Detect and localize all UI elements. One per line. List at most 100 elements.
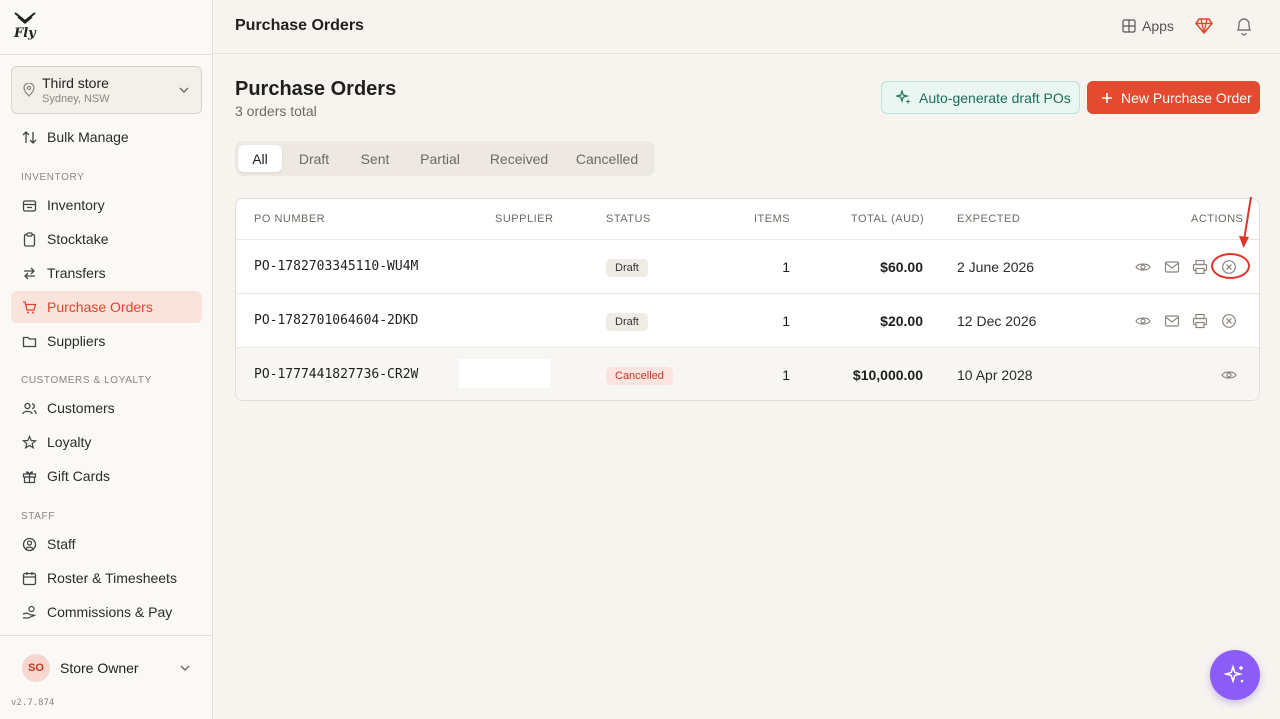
sidebar-item-purchase-orders[interactable]: Purchase Orders bbox=[11, 291, 202, 323]
expected-date: 10 Apr 2028 bbox=[957, 367, 1033, 383]
chevron-down-icon[interactable] bbox=[180, 664, 190, 672]
sidebar-item-commissions[interactable]: Commissions & Pay bbox=[11, 596, 202, 628]
sidebar-item-label: Bulk Manage bbox=[47, 129, 129, 145]
status-badge: Draft bbox=[606, 259, 648, 277]
sidebar-item-label: Purchase Orders bbox=[47, 299, 153, 315]
sparkles-icon bbox=[896, 90, 911, 104]
tab-draft[interactable]: Draft bbox=[288, 145, 340, 172]
order-total: $20.00 bbox=[880, 313, 923, 329]
purchase-orders-table: PO NUMBER SUPPLIER STATUS ITEMS TOTAL (A… bbox=[235, 198, 1260, 401]
sidebar-item-bulk-manage[interactable]: Bulk Manage bbox=[11, 121, 202, 153]
column-header-status: STATUS bbox=[606, 213, 651, 225]
sidebar-item-label: Transfers bbox=[47, 265, 106, 281]
column-header-po-number: PO NUMBER bbox=[254, 213, 326, 225]
box-icon bbox=[22, 199, 37, 212]
plus-icon bbox=[1102, 92, 1112, 103]
expected-date: 2 June 2026 bbox=[957, 259, 1035, 275]
star-icon bbox=[22, 434, 37, 449]
print-icon[interactable] bbox=[1192, 259, 1208, 275]
avatar[interactable]: SO bbox=[22, 654, 50, 682]
top-bar: Purchase Orders Apps bbox=[214, 0, 1280, 54]
order-total: $10,000.00 bbox=[852, 367, 923, 383]
header-title: Purchase Orders bbox=[235, 17, 364, 34]
app-version: v2.7.874 bbox=[11, 698, 55, 708]
section-title-inventory: INVENTORY bbox=[21, 172, 85, 183]
cancel-icon[interactable] bbox=[1221, 313, 1237, 329]
view-icon[interactable] bbox=[1135, 259, 1151, 275]
items-count: 1 bbox=[782, 367, 790, 383]
table-row[interactable]: PO-1782701064604-2DKD Draft 1 $20.00 12 … bbox=[236, 293, 1259, 347]
table-row[interactable]: PO-1782703345110-WU4M Draft 1 $60.00 2 J… bbox=[236, 239, 1259, 293]
auto-generate-button[interactable]: Auto-generate draft POs bbox=[881, 81, 1080, 114]
sidebar-item-loyalty[interactable]: Loyalty bbox=[11, 426, 202, 458]
sidebar-item-transfers[interactable]: Transfers bbox=[11, 257, 202, 289]
items-count: 1 bbox=[782, 259, 790, 275]
expected-date: 12 Dec 2026 bbox=[957, 313, 1037, 329]
sidebar-item-label: Customers bbox=[47, 400, 115, 416]
user-name[interactable]: Store Owner bbox=[60, 660, 139, 676]
gem-icon[interactable] bbox=[1195, 17, 1213, 35]
annotation-arrow-icon bbox=[1239, 196, 1252, 248]
tab-all[interactable]: All bbox=[238, 145, 282, 172]
store-location: Sydney, NSW bbox=[42, 93, 110, 105]
sidebar-item-customers[interactable]: Customers bbox=[11, 392, 202, 424]
apps-button[interactable]: Apps bbox=[1122, 18, 1174, 34]
sidebar-item-label: Loyalty bbox=[47, 434, 92, 450]
bell-icon[interactable] bbox=[1235, 16, 1253, 36]
sparkles-icon bbox=[1224, 664, 1244, 684]
tab-cancelled[interactable]: Cancelled bbox=[566, 145, 648, 172]
sidebar-item-staff[interactable]: Staff bbox=[11, 528, 202, 560]
tab-sent[interactable]: Sent bbox=[348, 145, 402, 172]
calendar-icon bbox=[22, 571, 37, 585]
sidebar-item-roster[interactable]: Roster & Timesheets bbox=[11, 562, 202, 594]
sidebar-divider bbox=[0, 54, 212, 55]
apps-label: Apps bbox=[1142, 18, 1174, 34]
logo-wing-icon bbox=[14, 12, 36, 24]
sidebar-item-label: Staff bbox=[47, 536, 76, 552]
table-row[interactable]: PO-1777441827736-CR2W Cancelled 1 $10,00… bbox=[236, 347, 1259, 400]
sidebar-item-gift-cards[interactable]: Gift Cards bbox=[11, 460, 202, 492]
po-number[interactable]: PO-1777441827736-CR2W bbox=[254, 367, 418, 382]
email-icon[interactable] bbox=[1164, 259, 1180, 275]
column-header-items: ITEMS bbox=[754, 213, 791, 225]
clipboard-icon bbox=[23, 231, 36, 247]
ai-assistant-button[interactable] bbox=[1210, 650, 1260, 700]
column-header-supplier: SUPPLIER bbox=[495, 213, 554, 225]
supplier-cell bbox=[468, 251, 559, 280]
email-icon[interactable] bbox=[1164, 313, 1180, 329]
section-title-staff: STAFF bbox=[21, 511, 55, 522]
sidebar-item-stocktake[interactable]: Stocktake bbox=[11, 223, 202, 255]
sidebar-item-suppliers[interactable]: Suppliers bbox=[11, 325, 202, 357]
view-icon[interactable] bbox=[1221, 367, 1237, 383]
page-title: Purchase Orders bbox=[235, 78, 397, 100]
hand-coins-icon bbox=[22, 605, 36, 619]
logo-text: Fly bbox=[14, 26, 36, 41]
users-icon bbox=[22, 402, 37, 414]
new-purchase-order-button[interactable]: New Purchase Order bbox=[1087, 81, 1260, 114]
tab-received[interactable]: Received bbox=[480, 145, 558, 172]
print-icon[interactable] bbox=[1192, 313, 1208, 329]
store-selector[interactable]: Third store Sydney, NSW bbox=[11, 66, 202, 114]
app-logo[interactable]: Fly bbox=[14, 12, 36, 42]
sidebar-item-label: Roster & Timesheets bbox=[47, 570, 177, 586]
order-total: $60.00 bbox=[880, 259, 923, 275]
sidebar-item-label: Gift Cards bbox=[47, 468, 111, 484]
tab-partial[interactable]: Partial bbox=[408, 145, 472, 172]
cart-icon bbox=[23, 300, 37, 313]
view-icon[interactable] bbox=[1135, 313, 1151, 329]
status-badge: Cancelled bbox=[606, 367, 673, 385]
sidebar-item-label: Commissions & Pay bbox=[47, 604, 173, 620]
gift-icon bbox=[22, 470, 37, 483]
arrows-icon bbox=[24, 267, 35, 279]
user-circle-icon bbox=[22, 537, 37, 551]
auto-generate-label: Auto-generate draft POs bbox=[919, 89, 1071, 106]
sidebar-item-inventory[interactable]: Inventory bbox=[11, 189, 202, 221]
sidebar-item-label: Stocktake bbox=[47, 231, 109, 247]
grid-icon bbox=[1122, 19, 1136, 33]
sidebar-divider bbox=[0, 635, 212, 636]
page-subtitle: 3 orders total bbox=[235, 103, 317, 119]
sidebar-item-label: Inventory bbox=[47, 197, 105, 213]
section-title-customers: CUSTOMERS & LOYALTY bbox=[21, 375, 152, 386]
po-number[interactable]: PO-1782701064604-2DKD bbox=[254, 313, 418, 328]
po-number[interactable]: PO-1782703345110-WU4M bbox=[254, 259, 418, 274]
